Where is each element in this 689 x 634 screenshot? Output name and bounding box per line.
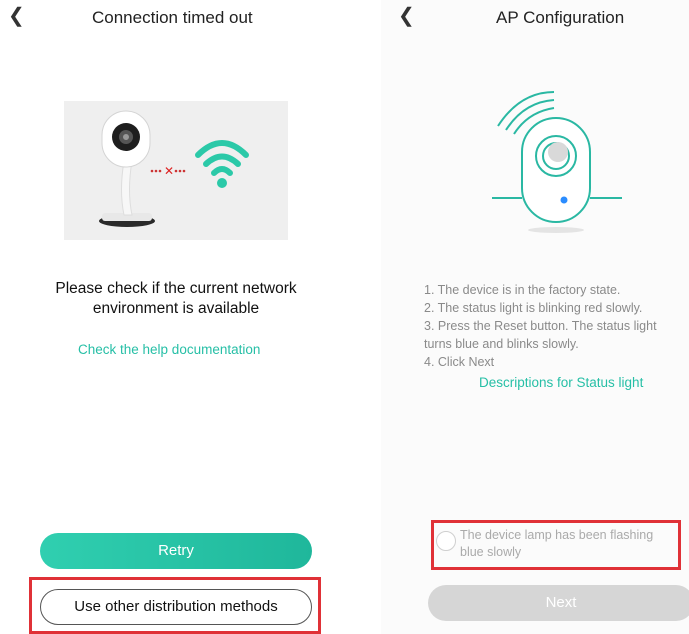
page-title: AP Configuration	[496, 8, 625, 27]
setup-steps: 1. The device is in the factory state. 2…	[424, 281, 689, 371]
back-icon[interactable]: ❮	[8, 6, 25, 26]
next-button[interactable]: Next	[428, 585, 689, 621]
camera-no-wifi-illustration: ✕	[64, 101, 288, 240]
device-blinking-illustration	[492, 91, 622, 233]
step-4: 4. Click Next	[424, 355, 495, 369]
confirm-label[interactable]: The device lamp has been flashing blue s…	[460, 527, 680, 561]
step-2: 2. The status light is blinking red slow…	[424, 301, 643, 315]
back-icon[interactable]: ❮	[398, 6, 415, 26]
help-documentation-link[interactable]: Check the help documentation	[78, 342, 260, 357]
connection-timeout-screen: ❮ Connection timed out ✕ Please check if…	[0, 0, 346, 634]
retry-button[interactable]: Retry	[40, 533, 312, 569]
svg-text:✕: ✕	[164, 164, 174, 178]
page-title: Connection timed out	[92, 8, 253, 27]
use-other-methods-button[interactable]: Use other distribution methods	[40, 589, 312, 625]
step-1: 1. The device is in the factory state.	[424, 283, 621, 297]
step-3: 3. Press the Reset button. The status li…	[424, 319, 657, 333]
status-light-descriptions-link[interactable]: Descriptions for Status light	[479, 375, 643, 390]
step-3-cont: turns blue and blinks slowly.	[424, 337, 579, 351]
network-check-message: Please check if the current network envi…	[55, 280, 297, 317]
confirm-radio[interactable]	[436, 531, 456, 551]
